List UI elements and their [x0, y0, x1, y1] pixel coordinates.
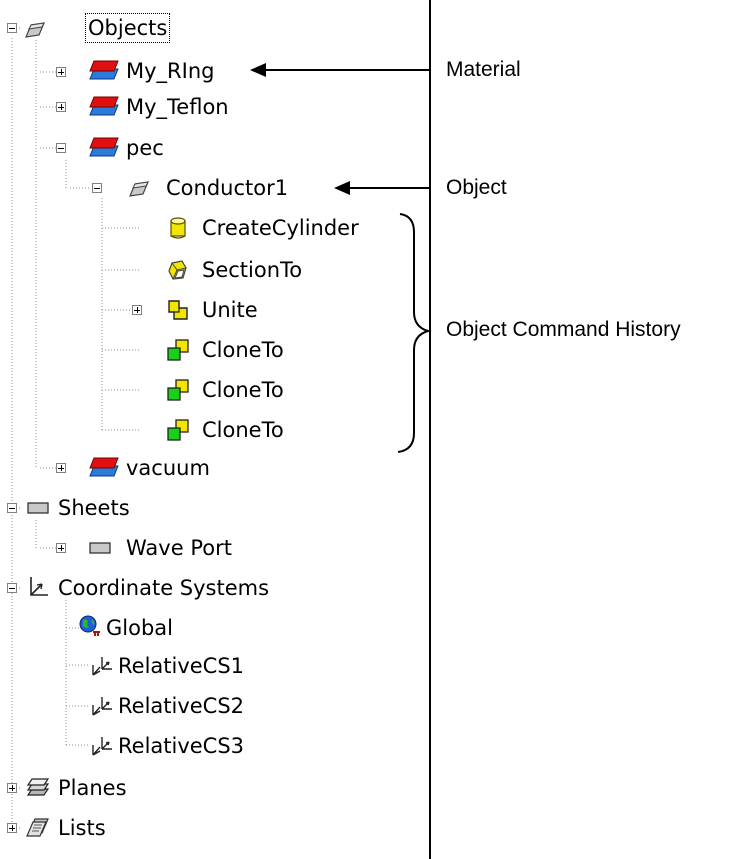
section-icon: [168, 260, 187, 280]
clone-icon: [167, 379, 189, 401]
expand-wave-port-toggle[interactable]: [56, 543, 66, 553]
history-item-section-to[interactable]: SectionTo: [200, 252, 304, 288]
collapse-pec-toggle[interactable]: [56, 143, 66, 153]
material-stack-icon: [89, 96, 119, 116]
annotation-object: Object: [446, 176, 507, 199]
tree-item-vacuum[interactable]: vacuum: [124, 450, 212, 486]
tree-item-coordinate-systems[interactable]: Coordinate Systems: [56, 570, 271, 606]
history-item-clone-to-2[interactable]: CloneTo: [200, 372, 286, 408]
history-item-label: SectionTo: [202, 258, 303, 282]
collapse-sheets-toggle[interactable]: [7, 503, 17, 513]
expand-my-ring-toggle[interactable]: [56, 67, 66, 77]
globe-icon: [79, 615, 100, 636]
tree-item-label: Wave Port: [126, 536, 232, 560]
expand-planes-toggle[interactable]: [7, 783, 17, 793]
history-item-label: CloneTo: [202, 378, 284, 402]
expand-vacuum-toggle[interactable]: [56, 463, 66, 473]
tree-item-sheets[interactable]: Sheets: [56, 490, 132, 526]
material-stack-icon: [89, 60, 119, 80]
expand-my-teflon-toggle[interactable]: [56, 102, 66, 112]
planes-icon: [26, 778, 50, 796]
tree-item-objects[interactable]: Objects: [84, 10, 171, 46]
lists-icon: [26, 818, 49, 837]
tree-item-label: Planes: [58, 776, 127, 800]
history-item-unite[interactable]: Unite: [200, 292, 260, 328]
history-item-create-cylinder[interactable]: CreateCylinder: [200, 210, 361, 246]
modeler-tree-panel: Objects My_RIng My_Teflon pec Conductor1: [0, 0, 431, 859]
tree-item-label: vacuum: [126, 456, 210, 480]
history-item-label: CloneTo: [202, 418, 284, 442]
tree-item-label: Lists: [58, 816, 106, 840]
sheet-icon: [89, 542, 111, 554]
history-item-label: Unite: [202, 298, 258, 322]
sheet-icon: [27, 502, 49, 514]
tree-item-label: RelativeCS3: [118, 734, 245, 758]
tree-item-lists[interactable]: Lists: [56, 810, 108, 846]
solid-box-icon: [129, 181, 149, 197]
relative-axes-icon: [92, 737, 112, 756]
tree-item-label: Objects: [84, 13, 171, 43]
relative-axes-icon: [92, 657, 112, 676]
tree-item-conductor1[interactable]: Conductor1: [164, 170, 290, 206]
collapse-conductor1-toggle[interactable]: [92, 183, 102, 193]
axes-icon: [30, 577, 48, 596]
tree-item-label: Global: [106, 616, 173, 640]
tree-item-my-ring[interactable]: My_RIng: [124, 53, 216, 89]
tree-item-planes[interactable]: Planes: [56, 770, 129, 806]
tree-item-label: My_Teflon: [126, 95, 229, 119]
cylinder-icon: [170, 217, 186, 239]
annotation-material: Material: [446, 58, 521, 81]
history-item-clone-to-3[interactable]: CloneTo: [200, 412, 286, 448]
material-stack-icon: [89, 137, 119, 157]
tree-item-wave-port[interactable]: Wave Port: [124, 530, 234, 566]
tree-item-label: RelativeCS1: [118, 654, 245, 678]
tree-item-label: My_RIng: [126, 59, 215, 83]
tree-item-label: Coordinate Systems: [58, 576, 270, 600]
tree-item-label: Conductor1: [166, 176, 289, 200]
tree-item-my-teflon[interactable]: My_Teflon: [124, 89, 231, 125]
tree-item-global[interactable]: Global: [104, 610, 175, 646]
unite-icon: [168, 300, 188, 320]
relative-axes-icon: [92, 697, 112, 716]
history-item-label: CloneTo: [202, 338, 284, 362]
history-item-label: CreateCylinder: [202, 216, 359, 240]
tree-item-label: RelativeCS2: [118, 694, 245, 718]
tree-item-relative-cs1[interactable]: RelativeCS1: [116, 648, 246, 684]
tree-item-label: Sheets: [58, 496, 130, 520]
material-stack-icon: [89, 457, 119, 477]
solid-box-icon: [25, 22, 45, 38]
collapse-objects-toggle[interactable]: [7, 23, 17, 33]
annotation-command-history: Object Command History: [446, 318, 681, 341]
collapse-coordinate-systems-toggle[interactable]: [7, 583, 17, 593]
history-item-clone-to-1[interactable]: CloneTo: [200, 332, 286, 368]
tree-item-relative-cs3[interactable]: RelativeCS3: [116, 728, 246, 764]
clone-icon: [167, 419, 189, 441]
clone-icon: [167, 339, 189, 361]
expand-lists-toggle[interactable]: [7, 823, 17, 833]
tree-item-label: pec: [126, 136, 164, 160]
tree-item-pec[interactable]: pec: [124, 130, 166, 166]
tree-item-relative-cs2[interactable]: RelativeCS2: [116, 688, 246, 724]
expand-unite-toggle[interactable]: [132, 305, 142, 315]
